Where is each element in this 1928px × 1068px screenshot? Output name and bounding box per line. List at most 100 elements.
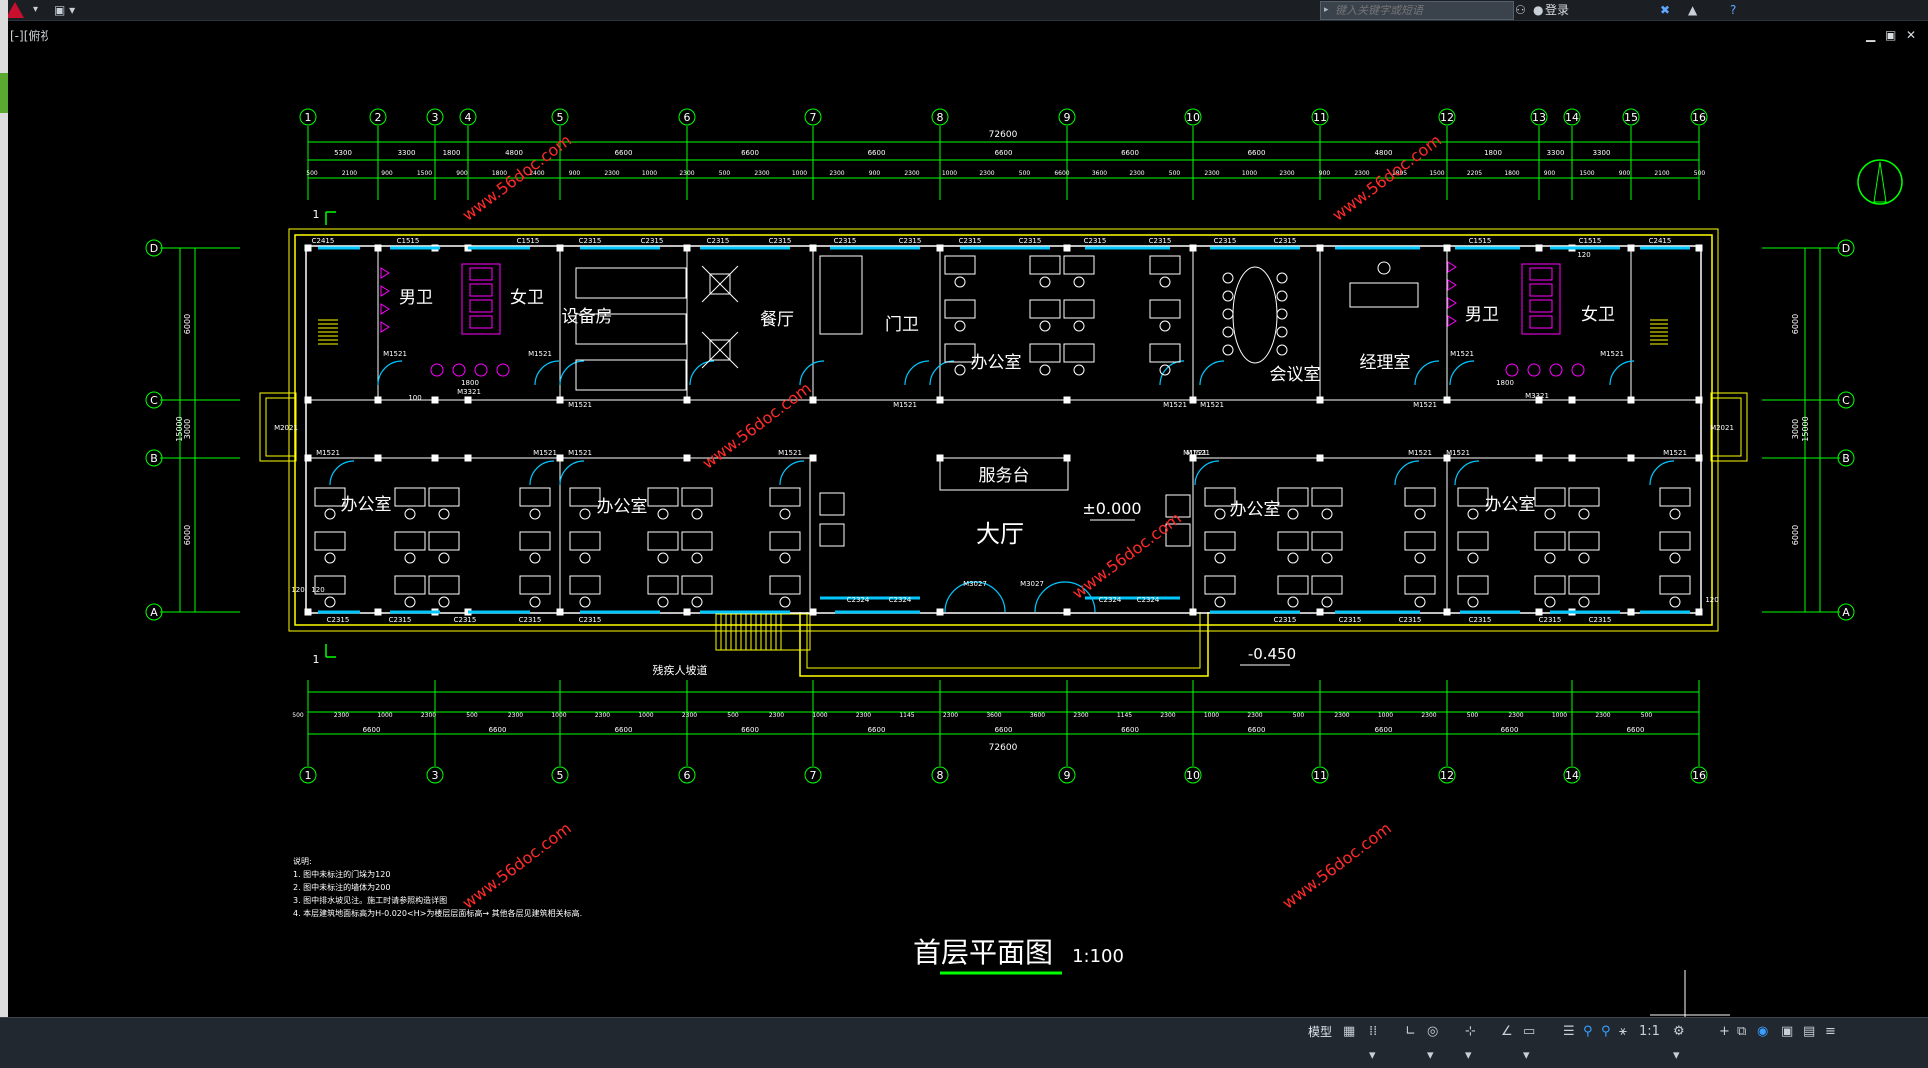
properties-icon[interactable]: ☰	[1563, 1020, 1575, 1044]
dim-value: 2300	[1354, 170, 1369, 177]
exchange-x-icon[interactable]: ✖	[1660, 1, 1670, 19]
search-input[interactable]	[1335, 2, 1505, 19]
axis-label: 9	[1064, 111, 1071, 124]
column	[1535, 454, 1543, 462]
dim-total-bottom: 72600	[989, 743, 1018, 753]
dim-value: 1145	[1117, 712, 1132, 719]
dim-value: 6600	[1054, 170, 1069, 177]
meeting-chair	[1276, 290, 1288, 302]
column	[809, 396, 817, 404]
side-dim: 15000	[175, 416, 184, 441]
entry-platform	[799, 612, 1209, 677]
column	[1695, 454, 1703, 462]
binoculars-icon[interactable]: ⚇	[1515, 1, 1526, 19]
annotation-scale-icon[interactable]: ⚲	[1601, 1020, 1611, 1044]
dim-value: 2300	[1595, 712, 1610, 719]
office-chair	[1544, 552, 1556, 564]
room-label-office: 办公室	[341, 495, 392, 515]
lineweight-icon[interactable]: ▭ ▾	[1523, 1020, 1535, 1068]
office-chair	[1669, 508, 1681, 520]
help-icon[interactable]: ?	[1730, 1, 1736, 19]
restore-button[interactable]: ▣	[1885, 28, 1896, 42]
close-button[interactable]: ✕	[1906, 28, 1916, 42]
side-dim: 3000	[183, 419, 192, 439]
office-chair	[1073, 276, 1085, 288]
grid-icon[interactable]: ▦	[1343, 1020, 1355, 1044]
office-chair	[404, 552, 416, 564]
annotation-icon[interactable]: ⚲	[1583, 1020, 1593, 1044]
osnap-icon[interactable]: ⊹ ▾	[1465, 1020, 1476, 1068]
door-swing	[1414, 360, 1440, 386]
column	[304, 244, 312, 252]
annotation-visibility-icon[interactable]: ⚹	[1619, 1020, 1627, 1044]
otrack-icon[interactable]: ∠	[1501, 1020, 1513, 1044]
entry-platform-inner	[806, 612, 1201, 669]
office-desk	[1659, 487, 1691, 507]
quick-access-toolbar[interactable]: ▣ ▾	[54, 1, 94, 19]
isolate-icon[interactable]: ⧉	[1737, 1020, 1746, 1044]
door-label: M1521	[568, 401, 592, 409]
menu-icon[interactable]: ≡	[1825, 1020, 1836, 1044]
elevation-outside: -0.450	[1248, 645, 1296, 663]
chevron-down-icon: ▾	[33, 4, 39, 15]
sink-fixture	[496, 363, 510, 377]
office-desk	[519, 531, 551, 551]
room-label-women-wc: 女卫	[510, 288, 544, 308]
dim-value: 900	[1619, 170, 1631, 177]
scale-label[interactable]: 1:1	[1639, 1020, 1660, 1044]
workspace-gear-icon[interactable]: ⚙ ▾	[1673, 1020, 1685, 1068]
hardware-accel-icon[interactable]: ◉	[1757, 1020, 1768, 1044]
office-chair	[529, 508, 541, 520]
ortho-icon[interactable]: ∟	[1405, 1020, 1416, 1044]
snap-icon[interactable]: ⁞⁞ ▾	[1369, 1020, 1377, 1068]
office-chair	[1467, 508, 1479, 520]
customize-icon[interactable]: ▤	[1803, 1020, 1815, 1044]
office-chair	[1214, 596, 1226, 608]
door-label: M3027	[1020, 580, 1044, 588]
dim-value: 6600	[615, 149, 633, 157]
model-tab[interactable]: 模型	[1308, 1022, 1332, 1042]
room-label-men-wc: 男卫	[399, 288, 433, 308]
office-chair	[529, 596, 541, 608]
door-swing	[904, 360, 930, 386]
axis-label: 2	[375, 111, 382, 124]
office-chair	[1039, 364, 1051, 376]
axis-label: 13	[1532, 111, 1546, 124]
dim-value: 6600	[995, 149, 1013, 157]
user-icon[interactable]: ●	[1533, 1, 1543, 19]
clean-screen-icon[interactable]: ▣	[1781, 1020, 1793, 1044]
autodesk-a360-icon[interactable]: ▲	[1688, 1, 1697, 19]
polar-icon[interactable]: ◎ ▾	[1427, 1020, 1438, 1068]
door-label: M1521	[383, 350, 407, 358]
search-box[interactable]: ▸	[1320, 1, 1514, 20]
column	[1316, 454, 1324, 462]
office-chair	[1414, 552, 1426, 564]
office-chair	[1578, 596, 1590, 608]
office-chair	[1669, 596, 1681, 608]
office-desk	[1311, 575, 1343, 595]
plus-icon[interactable]: +	[1719, 1020, 1730, 1044]
drawing-note: 3. 图中排水坡见注。施工时请参照构造详图	[293, 895, 447, 905]
tool-palette-stub[interactable]	[8, 21, 49, 1017]
application-menu-button[interactable]: ▾	[2, 1, 46, 19]
misc-dim: 120	[1577, 251, 1590, 259]
login-button[interactable]: 登录	[1545, 1, 1569, 19]
window-label: C1515	[517, 237, 540, 245]
door-label: M1521	[1663, 449, 1687, 457]
dim-value: 1000	[551, 712, 566, 719]
dim-value: 900	[456, 170, 468, 177]
manager-chair	[1377, 261, 1391, 275]
office-chair	[779, 552, 791, 564]
minimize-button[interactable]: ▁	[1866, 28, 1875, 42]
north-arrow-icon	[1857, 159, 1903, 205]
column	[1063, 608, 1071, 616]
office-desk	[681, 487, 713, 507]
office-desk	[647, 575, 679, 595]
meeting-chair	[1222, 344, 1234, 356]
column	[464, 454, 472, 462]
column	[1627, 244, 1635, 252]
window-label: C2315	[1399, 616, 1422, 624]
drawing-canvas[interactable]: 男卫 女卫 设备房 餐厅 门卫 办公室 会议室 经理室 男卫 女卫 办公室 办公室 办公室 办公室 服务台大…	[48, 21, 1928, 1017]
office-chair	[1287, 552, 1299, 564]
side-dim: 6000	[183, 525, 192, 545]
